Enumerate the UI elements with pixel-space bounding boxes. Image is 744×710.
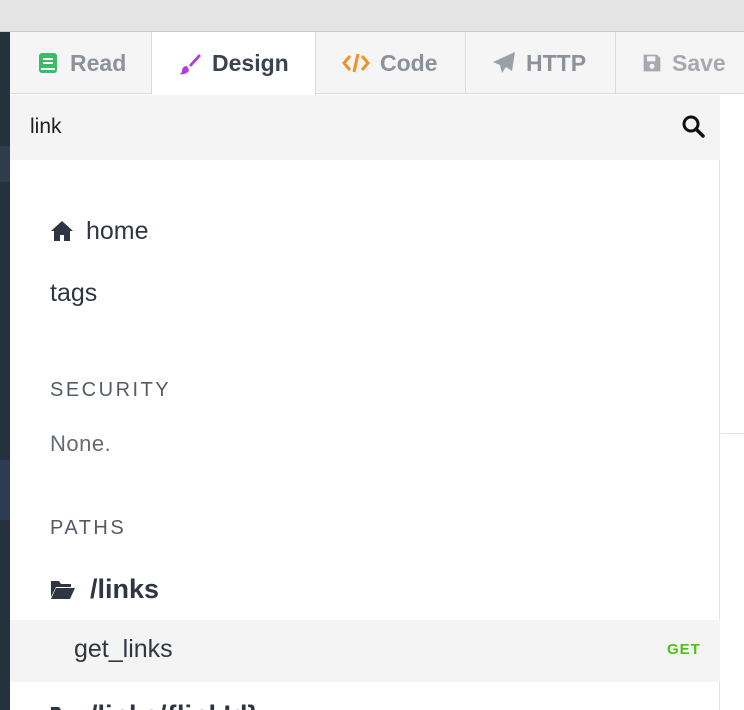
tab-code-label: Code xyxy=(380,49,438,76)
search-input[interactable] xyxy=(30,109,670,145)
nav-item-home[interactable]: home xyxy=(50,211,149,251)
search-bar xyxy=(10,95,720,160)
security-heading: SECURITY xyxy=(50,379,172,401)
folder-open-icon xyxy=(51,581,75,599)
paper-plane-icon xyxy=(493,52,515,73)
left-strip-segment xyxy=(0,460,10,520)
nav-item-tags-label: tags xyxy=(50,278,98,307)
search-icon[interactable] xyxy=(681,114,705,138)
tab-read[interactable]: Read xyxy=(10,32,152,94)
paintbrush-icon xyxy=(179,53,201,74)
floppy-disk-icon xyxy=(643,54,661,72)
tab-design[interactable]: Design xyxy=(152,32,316,95)
tab-design-label: Design xyxy=(212,50,289,76)
paths-heading: PATHS xyxy=(50,517,127,539)
folder-open-icon xyxy=(51,707,71,710)
tab-http-label: HTTP xyxy=(526,49,587,76)
tab-save-label: Save xyxy=(672,49,726,76)
tab-code[interactable]: Code xyxy=(316,32,466,94)
home-icon xyxy=(51,221,73,241)
code-icon xyxy=(342,53,370,73)
path-item-label: /links/{linkId} xyxy=(90,700,258,710)
navigation-sidebar: home tags SECURITY None. PATHS /links ge… xyxy=(10,95,720,710)
main-content-panel xyxy=(721,95,744,710)
book-icon xyxy=(39,53,57,73)
left-background-strip xyxy=(0,32,10,710)
window-top-chrome xyxy=(0,0,744,32)
tab-http[interactable]: HTTP xyxy=(466,32,616,94)
nav-item-tags[interactable]: tags xyxy=(50,273,97,313)
tab-read-label: Read xyxy=(70,49,127,76)
security-value: None. xyxy=(50,431,112,456)
divider xyxy=(721,433,744,434)
tab-bar: Read Design Code HTTP Save xyxy=(10,32,744,95)
tab-save[interactable]: Save xyxy=(616,32,744,94)
path-item-links-id[interactable]: /links/{linkId} xyxy=(50,695,258,710)
path-item-label: /links xyxy=(90,573,160,604)
path-item-links[interactable]: /links xyxy=(50,569,159,609)
operation-row-get-links[interactable]: get_links GET xyxy=(10,620,720,682)
http-method-badge: GET xyxy=(667,641,701,658)
left-strip-segment xyxy=(0,146,10,182)
operation-name: get_links xyxy=(74,635,173,663)
nav-item-home-label: home xyxy=(86,216,149,245)
